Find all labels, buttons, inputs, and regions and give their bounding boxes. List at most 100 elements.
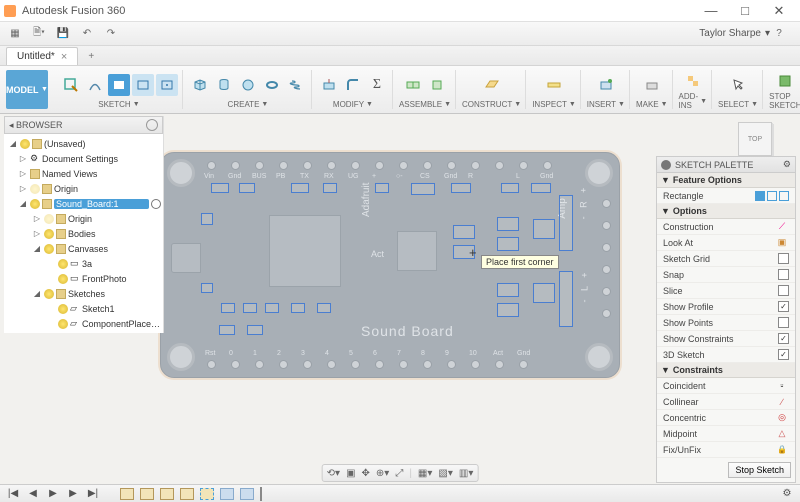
view-cube-top[interactable]: TOP (738, 122, 772, 156)
measure-icon[interactable] (543, 74, 565, 96)
row-coincident[interactable]: Coincident⸚ (657, 378, 795, 394)
tree-bodies[interactable]: ▷Bodies (6, 226, 161, 241)
timeline-begin[interactable]: |◀ (6, 488, 20, 499)
grid-settings-icon[interactable]: ▧▾ (438, 468, 452, 479)
tree-origin[interactable]: ▷Origin (6, 181, 161, 196)
checkbox[interactable] (778, 253, 789, 264)
redo-icon[interactable]: ↷ (102, 25, 120, 43)
timeline-play[interactable]: ▶ (46, 488, 60, 499)
timeline-end[interactable]: ▶| (86, 488, 100, 499)
maximize-button[interactable]: □ (728, 0, 762, 22)
row-slice[interactable]: Slice (657, 283, 795, 299)
file-menu-icon[interactable]: 🗎▾ (30, 25, 48, 43)
group-label-addins[interactable]: ADD-INS (679, 92, 699, 110)
data-panel-icon[interactable]: ▦ (6, 25, 24, 43)
tree-canvases[interactable]: ◢Canvases (6, 241, 161, 256)
group-label-assemble[interactable]: ASSEMBLE (399, 100, 442, 109)
select-icon[interactable] (727, 74, 749, 96)
minimize-button[interactable]: — (694, 0, 728, 22)
timeline-feature[interactable] (180, 488, 194, 500)
row-show-profile[interactable]: Show Profile✓ (657, 299, 795, 315)
workspace-switcher[interactable]: MODEL ▼ (6, 70, 48, 109)
timeline-feature[interactable] (120, 488, 134, 500)
make-icon[interactable] (641, 74, 663, 96)
section-options[interactable]: ▼Options (657, 204, 795, 219)
row-snap[interactable]: Snap (657, 267, 795, 283)
timeline-next[interactable]: ▶ (66, 488, 80, 499)
rectangle-mode-selector[interactable] (755, 191, 789, 201)
tree-comp-origin[interactable]: ▷Origin (6, 211, 161, 226)
pan-icon[interactable]: ✥ (362, 468, 370, 479)
tree-component[interactable]: ◢Sound_Board:1 (6, 196, 161, 211)
timeline-prev[interactable]: ◀ (26, 488, 40, 499)
timeline-feature[interactable] (220, 488, 234, 500)
addins-icon[interactable] (682, 70, 704, 92)
tree-root[interactable]: ◢(Unsaved) (6, 136, 161, 151)
plane-icon[interactable] (481, 74, 503, 96)
look-at-icon[interactable]: ▣ (346, 468, 355, 479)
tree-comp-placement[interactable]: ▱ComponentPlacement (6, 316, 161, 331)
browser-header[interactable]: ◂ BROWSER (4, 116, 163, 134)
fillet-icon[interactable] (342, 74, 364, 96)
sphere-icon[interactable] (237, 74, 259, 96)
checkbox[interactable] (778, 269, 789, 280)
parameters-icon[interactable]: Σ (366, 74, 388, 96)
joint-icon[interactable] (426, 74, 448, 96)
row-concentric[interactable]: Concentric◎ (657, 410, 795, 426)
help-icon[interactable]: ? (770, 25, 788, 43)
tab-close-icon[interactable]: × (61, 51, 67, 63)
checkbox[interactable]: ✓ (778, 349, 789, 360)
checkbox[interactable]: ✓ (778, 333, 789, 344)
torus-icon[interactable] (261, 74, 283, 96)
group-label-modify[interactable]: MODIFY (333, 100, 364, 109)
fit-icon[interactable]: ⤢ (395, 468, 403, 479)
tree-canvas-3a[interactable]: ▭3a (6, 256, 161, 271)
press-pull-icon[interactable] (318, 74, 340, 96)
timeline-feature[interactable] (160, 488, 174, 500)
group-label-make[interactable]: MAKE (636, 100, 659, 109)
section-constraints[interactable]: ▼Constraints (657, 363, 795, 378)
gear-icon[interactable]: ⚙ (783, 159, 791, 170)
tab-untitled[interactable]: Untitled* × (6, 47, 78, 65)
section-feature-options[interactable]: ▼Feature Options (657, 173, 795, 188)
coil-icon[interactable] (285, 74, 307, 96)
create-sketch-icon[interactable] (60, 74, 82, 96)
stop-sketch-button[interactable]: Stop Sketch (728, 462, 791, 478)
group-label-select[interactable]: SELECT (718, 100, 749, 109)
viewport-settings-icon[interactable]: ▥▾ (459, 468, 473, 479)
row-show-points[interactable]: Show Points (657, 315, 795, 331)
tree-doc-settings[interactable]: ▷⚙Document Settings (6, 151, 161, 166)
rectangle-2pt-icon[interactable] (108, 74, 130, 96)
row-fix[interactable]: Fix/UnFix🔒 (657, 442, 795, 458)
line-icon[interactable] (84, 74, 106, 96)
box-icon[interactable] (189, 74, 211, 96)
row-sketch-grid[interactable]: Sketch Grid (657, 251, 795, 267)
activate-radio-icon[interactable] (151, 199, 161, 209)
collapse-icon[interactable] (661, 160, 671, 170)
group-label-construct[interactable]: CONSTRUCT (462, 100, 512, 109)
row-lookat[interactable]: Look At▣ (657, 235, 795, 251)
row-3d-sketch[interactable]: 3D Sketch✓ (657, 347, 795, 363)
group-label-inspect[interactable]: INSPECT (532, 100, 567, 109)
group-label-create[interactable]: CREATE (228, 100, 260, 109)
group-label-sketch[interactable]: SKETCH (98, 100, 130, 109)
close-button[interactable]: ✕ (762, 0, 796, 22)
stop-sketch-icon[interactable] (774, 70, 796, 92)
timeline-feature-active[interactable] (200, 488, 214, 500)
zoom-icon[interactable]: ⊕▾ (376, 468, 389, 479)
row-collinear[interactable]: Collinear∕ (657, 394, 795, 410)
save-icon[interactable]: 💾 (54, 25, 72, 43)
row-construction[interactable]: Construction⟋ (657, 219, 795, 235)
palette-header[interactable]: SKETCH PALETTE ⚙ (657, 157, 795, 173)
group-label-stop[interactable]: STOP SKETCH (769, 92, 800, 110)
user-menu[interactable]: Taylor Sharpe ▾ (699, 28, 770, 39)
tree-sketches[interactable]: ◢Sketches (6, 286, 161, 301)
checkbox[interactable] (778, 285, 789, 296)
tree-canvas-front[interactable]: ▭FrontPhoto (6, 271, 161, 286)
timeline-settings-icon[interactable]: ⚙ (780, 488, 794, 499)
new-component-icon[interactable] (402, 74, 424, 96)
orbit-icon[interactable]: ⟲▾ (327, 468, 340, 479)
undo-icon[interactable]: ↶ (78, 25, 96, 43)
view-cube[interactable]: TOP (736, 120, 774, 158)
rectangle-3pt-icon[interactable] (132, 74, 154, 96)
